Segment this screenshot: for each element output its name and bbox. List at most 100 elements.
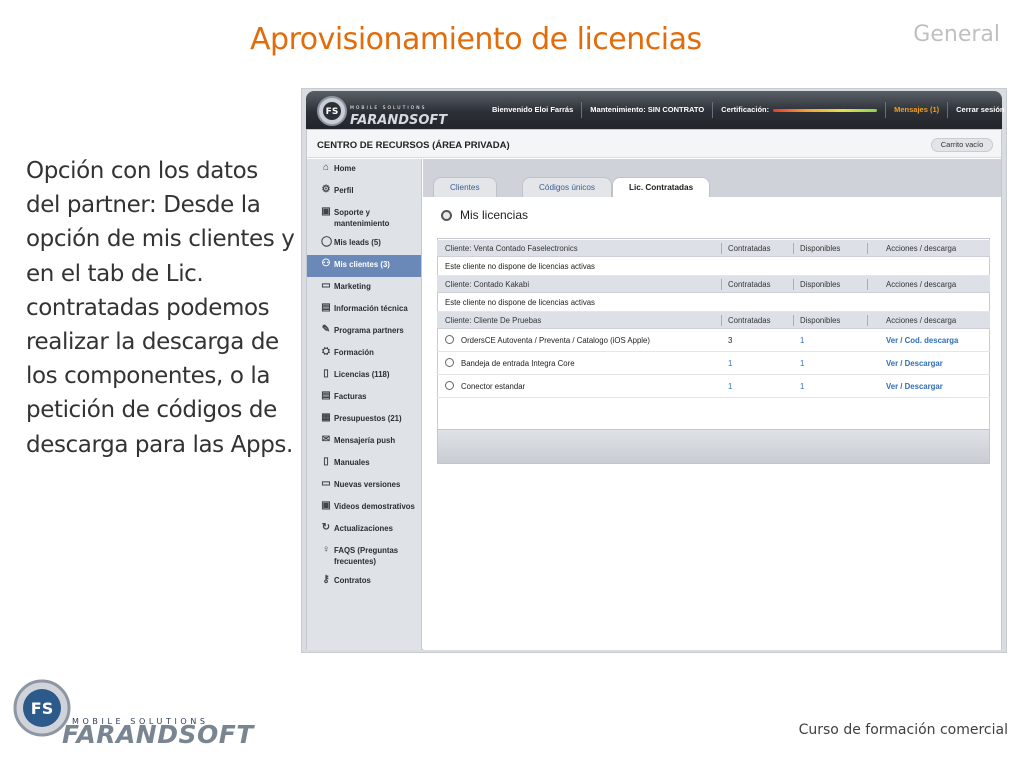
sidebar-item-videos[interactable]: ▣ Videos demostrativos: [307, 497, 421, 519]
download-link[interactable]: Descargar: [905, 382, 943, 391]
client-header-row: Cliente: Venta Contado Faselectronics Co…: [437, 240, 990, 257]
video-icon: ▣: [321, 500, 331, 511]
sidebar-item-info-tecnica[interactable]: ▤ Información técnica: [307, 299, 421, 321]
cart-button[interactable]: Carrito vacío: [931, 138, 993, 152]
sidebar-item-label: Mensajería push: [334, 436, 396, 445]
key-icon: ⚷: [322, 574, 330, 585]
sidebar-item-versiones[interactable]: ▭ Nuevas versiones: [307, 475, 421, 497]
view-link[interactable]: Ver: [886, 336, 898, 345]
column-divider: [867, 315, 868, 326]
license-row: OrdersCE Autoventa / Preventa / Catalogo…: [437, 329, 990, 352]
sidebar-item-home[interactable]: ⌂ Home: [307, 159, 421, 181]
slide-description: Opción con los datos del partner: Desde …: [26, 158, 295, 458]
col-actions-header: Acciones / descarga: [886, 244, 957, 253]
cap-icon: ⛭: [322, 346, 330, 357]
view-link[interactable]: Ver: [886, 359, 898, 368]
column-divider: [721, 279, 722, 290]
messages-link[interactable]: Mensajes (1): [886, 102, 949, 118]
sidebar-item-mensajeria[interactable]: ✉ Mensajería push: [307, 431, 421, 453]
sidebar-item-label: Videos demostrativos: [334, 502, 415, 511]
available-count: 1: [800, 359, 805, 368]
app-screenshot: FS MOBILE SOLUTIONS FARANDSOFT Bienvenid…: [301, 88, 1007, 653]
table-footer: [437, 429, 990, 464]
available-count: 1: [800, 382, 805, 391]
product-name: OrdersCE Autoventa / Preventa / Catalogo…: [445, 329, 650, 352]
sidebar-item-actualizaciones[interactable]: ↻ Actualizaciones: [307, 519, 421, 541]
logout-link[interactable]: Cerrar sesión: [948, 102, 1012, 118]
sidebar-item-label: Presupuestos (21): [334, 414, 402, 423]
app-body: CENTRO DE RECURSOS (ÁREA PRIVADA) Carrit…: [306, 129, 1002, 650]
sidebar-item-facturas[interactable]: ▤ Facturas: [307, 387, 421, 409]
svg-text:FARANDSOFT: FARANDSOFT: [350, 113, 448, 128]
sidebar-item-label: Licencias (118): [334, 370, 390, 379]
sidebar-item-contratos[interactable]: ⚷ Contratos: [307, 571, 421, 593]
mail-icon: ✉: [321, 434, 331, 445]
license-row: Bandeja de entrada Integra Core 1 1 Ver …: [437, 352, 990, 375]
product-icon: [445, 335, 454, 344]
tab-clientes[interactable]: Clientes: [433, 177, 497, 197]
breadcrumb: CENTRO DE RECURSOS (ÁREA PRIVADA): [317, 140, 510, 151]
pencil-icon: ✎: [321, 324, 331, 335]
license-row: Conector estandar 1 1 Ver / Descargar: [437, 375, 990, 398]
col-available-header: Disponibles: [800, 316, 841, 325]
download-code-link[interactable]: Cod. descarga: [905, 336, 959, 345]
available-count: 1: [800, 336, 805, 345]
sidebar-item-faqs[interactable]: ♀ FAQS (Preguntas frecuentes): [307, 541, 421, 571]
column-divider: [867, 279, 868, 290]
actions-cell: Ver / Cod. descarga: [886, 336, 959, 345]
sidebar-item-marketing[interactable]: ▭ Marketing: [307, 277, 421, 299]
sidebar-item-manuales[interactable]: ▯ Manuales: [307, 453, 421, 475]
empty-message: Este cliente no dispone de licencias act…: [445, 298, 595, 307]
actions-cell: Ver / Descargar: [886, 359, 943, 368]
licenses-table: Cliente: Venta Contado Faselectronics Co…: [437, 240, 990, 398]
sidebar-item-label: Perfil: [334, 186, 354, 195]
sidebar-item-label: Formación: [334, 348, 374, 357]
sidebar-item-label: FAQS (Preguntas frecuentes): [334, 546, 399, 566]
home-icon: ⌂: [322, 162, 330, 173]
farandsoft-footer-logo: FS MOBILE SOLUTIONS FARANDSOFT: [13, 679, 255, 748]
sidebar-item-licencias[interactable]: ▯ Licencias (118): [307, 365, 421, 387]
certification-indicator: Certificación:: [713, 102, 887, 118]
svg-text:FS: FS: [326, 107, 339, 117]
empty-license-row: Este cliente no dispone de licencias act…: [437, 257, 990, 276]
sidebar-item-leads[interactable]: ◯ Mis leads (5): [307, 233, 421, 255]
sidebar-item-presupuestos[interactable]: ▦ Presupuestos (21): [307, 409, 421, 431]
slide-title: Aprovisionamiento de licencias: [250, 22, 702, 57]
sidebar-item-label: Actualizaciones: [334, 524, 393, 533]
client-name: Cliente: Venta Contado Faselectronics: [445, 244, 578, 253]
sidebar-item-label: Nuevas versiones: [334, 480, 401, 489]
chart-icon: ▤: [321, 302, 331, 313]
contracted-count: 1: [728, 382, 733, 391]
certification-label: Certificación:: [721, 105, 770, 114]
contracted-count: 3: [728, 336, 733, 345]
sidebar-item-label: Facturas: [334, 392, 367, 401]
col-contracted-header: Contratadas: [728, 244, 771, 253]
view-link[interactable]: Ver: [886, 382, 898, 391]
sidebar-item-label: Contratos: [334, 576, 371, 585]
tab-lic-contratadas[interactable]: Lic. Contratadas: [612, 177, 711, 197]
chat-icon: ◯: [321, 236, 333, 247]
col-contracted-header: Contratadas: [728, 316, 771, 325]
device-icon: ▯: [323, 368, 329, 379]
sidebar-item-formacion[interactable]: ⛭ Formación: [307, 343, 421, 365]
svg-text:MOBILE SOLUTIONS: MOBILE SOLUTIONS: [350, 105, 426, 111]
col-available-header: Disponibles: [800, 280, 841, 289]
maintenance-status: Mantenimiento: SIN CONTRATO: [582, 102, 714, 118]
sidebar-item-soporte[interactable]: ▣ Soporte y mantenimiento: [307, 203, 421, 233]
sidebar: ⌂ Home ⚙ Perfil ▣ Soporte y mantenimiento ◯…: [307, 159, 422, 650]
sidebar-item-perfil[interactable]: ⚙ Perfil: [307, 181, 421, 203]
tab-codigos-unicos[interactable]: Códigos únicos: [522, 177, 612, 197]
download-link[interactable]: Descargar: [905, 359, 943, 368]
sidebar-item-partners[interactable]: ✎ Programa partners: [307, 321, 421, 343]
client-header-row: Cliente: Contado Kakabi Contratadas Disp…: [437, 276, 990, 293]
gear-icon: ⚙: [321, 184, 331, 195]
column-divider: [793, 279, 794, 290]
client-name: Cliente: Contado Kakabi: [445, 280, 530, 289]
refresh-icon: ↻: [321, 522, 331, 533]
tab-strip: Clientes Códigos únicos Lic. Contratadas: [423, 159, 1001, 197]
sidebar-item-clientes[interactable]: ⚇ Mis clientes (3): [307, 255, 421, 277]
column-divider: [721, 315, 722, 326]
product-icon: [445, 358, 454, 367]
sidebar-item-label: Soporte y mantenimiento: [334, 208, 390, 228]
section-title: Mis licencias: [460, 208, 529, 222]
